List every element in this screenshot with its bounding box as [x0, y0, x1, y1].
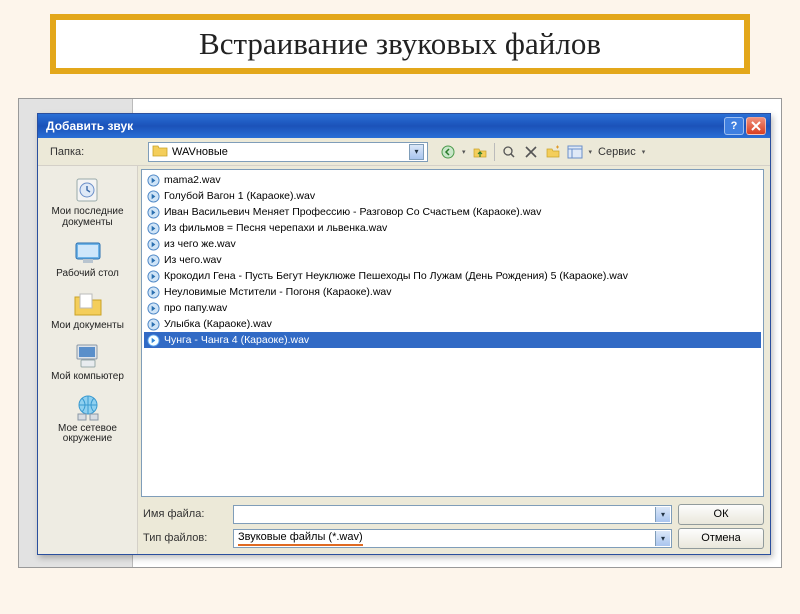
file-item-name: Неуловимые Мстители - Погоня (Караоке).w…: [164, 286, 392, 298]
file-item[interactable]: Крокодил Гена - Пусть Бегут Неуклюже Пеш…: [144, 268, 761, 284]
file-list[interactable]: mama2.wav Голубой Вагон 1 (Караоке).wav Ив…: [141, 169, 764, 497]
close-button[interactable]: [746, 117, 766, 135]
places-item-label: Мой компьютер: [47, 372, 129, 383]
up-one-level-button[interactable]: [470, 142, 490, 162]
tools-menu[interactable]: Сервис: [596, 146, 638, 158]
places-item-mycomp[interactable]: Мой компьютер: [44, 335, 132, 386]
file-item[interactable]: из чего же.wav: [144, 236, 761, 252]
views-menu-icon[interactable]: ▾: [587, 148, 595, 156]
file-item[interactable]: Иван Васильевич Меняет Профессию - Разго…: [144, 204, 761, 220]
network-icon: [70, 391, 106, 423]
dialog-body: Мои последние документы Рабочий стол Мои д…: [38, 166, 770, 554]
filename-dd-icon[interactable]: ▾: [655, 507, 670, 522]
slide-title-frame: Встраивание звуковых файлов: [50, 14, 750, 74]
slide-body-frame: Добавить звук ? Папка: WAVновые ▾ ▾: [18, 98, 782, 568]
file-item-name: Крокодил Гена - Пусть Бегут Неуклюже Пеш…: [164, 270, 628, 282]
file-item[interactable]: Из чего.wav: [144, 252, 761, 268]
places-item-label: Мои последние документы: [47, 207, 129, 228]
window-title: Добавить звук: [46, 119, 133, 133]
cancel-button[interactable]: Отмена: [678, 528, 764, 549]
file-item[interactable]: про папу.wav: [144, 300, 761, 316]
filetype-value: Звуковые файлы (*.wav): [238, 531, 363, 546]
file-item-name: Из чего.wav: [164, 254, 222, 266]
places-item-label: Мои документы: [47, 321, 129, 332]
wav-file-icon: [146, 205, 160, 219]
file-pane: mama2.wav Голубой Вагон 1 (Караоке).wav Ив…: [138, 166, 770, 554]
back-button[interactable]: [438, 142, 458, 162]
file-item[interactable]: Из фильмов = Песня черепахи и львенка.wa…: [144, 220, 761, 236]
new-folder-button[interactable]: [543, 142, 563, 162]
file-item[interactable]: Неуловимые Мстители - Погоня (Караоке).w…: [144, 284, 761, 300]
filename-input[interactable]: ▾: [233, 505, 672, 524]
folder-combo[interactable]: WAVновые ▾: [148, 142, 428, 162]
recent-icon: [70, 174, 106, 206]
close-icon: [751, 121, 761, 131]
views-button[interactable]: [565, 142, 585, 162]
file-item[interactable]: mama2.wav: [144, 172, 761, 188]
chevron-down-icon[interactable]: ▾: [409, 144, 424, 160]
wav-file-icon: [146, 173, 160, 187]
help-button[interactable]: ?: [724, 117, 744, 135]
wav-file-icon: [146, 333, 160, 347]
file-item[interactable]: Улыбка (Караоке).wav: [144, 316, 761, 332]
wav-file-icon: [146, 269, 160, 283]
folder-icon: [152, 143, 168, 160]
titlebar[interactable]: Добавить звук ?: [38, 114, 770, 138]
folder-label: Папка:: [44, 146, 144, 158]
wav-file-icon: [146, 221, 160, 235]
mycomp-icon: [70, 339, 106, 371]
slide-title: Встраивание звуковых файлов: [199, 26, 601, 61]
wav-file-icon: [146, 301, 160, 315]
file-item-name: Чунга - Чанга 4 (Караоке).wav: [164, 334, 309, 346]
places-item-label: Рабочий стол: [47, 269, 129, 280]
wav-file-icon: [146, 253, 160, 267]
places-bar: Мои последние документы Рабочий стол Мои д…: [38, 166, 138, 554]
filetype-dd-icon[interactable]: ▾: [655, 531, 670, 546]
wav-file-icon: [146, 189, 160, 203]
desktop-icon: [70, 236, 106, 268]
search-button[interactable]: [499, 142, 519, 162]
places-item-mydocs[interactable]: Мои документы: [44, 284, 132, 335]
file-item-name: Голубой Вагон 1 (Караоке).wav: [164, 190, 315, 202]
places-item-desktop[interactable]: Рабочий стол: [44, 232, 132, 283]
folder-combo-text: WAVновые: [172, 146, 228, 158]
places-item-network[interactable]: Мое сетевое окружение: [44, 387, 132, 448]
back-menu-icon[interactable]: ▾: [460, 148, 468, 156]
filetype-combo[interactable]: Звуковые файлы (*.wav) ▾: [233, 529, 672, 548]
file-item[interactable]: Чунга - Чанга 4 (Караоке).wav: [144, 332, 761, 348]
file-item-name: mama2.wav: [164, 174, 221, 186]
mydocs-icon: [70, 288, 106, 320]
filetype-label: Тип файлов:: [141, 532, 227, 544]
file-item-name: Улыбка (Караоке).wav: [164, 318, 272, 330]
places-item-label: Мое сетевое окружение: [47, 424, 129, 445]
filename-label: Имя файла:: [141, 508, 227, 520]
file-item-name: Иван Васильевич Меняет Профессию - Разго…: [164, 206, 541, 218]
file-item[interactable]: Голубой Вагон 1 (Караоке).wav: [144, 188, 761, 204]
places-item-recent[interactable]: Мои последние документы: [44, 170, 132, 231]
file-open-dialog: Добавить звук ? Папка: WAVновые ▾ ▾: [37, 113, 771, 555]
delete-button[interactable]: [521, 142, 541, 162]
bottom-rows: Имя файла: ▾ ОК Тип файлов: Звуковые фай…: [138, 500, 770, 554]
tools-menu-icon[interactable]: ▾: [640, 148, 648, 156]
file-item-name: из чего же.wav: [164, 238, 236, 250]
wav-file-icon: [146, 285, 160, 299]
folder-toolbar: Папка: WAVновые ▾ ▾ ▾ Сервис ▾: [38, 138, 770, 166]
file-item-name: Из фильмов = Песня черепахи и львенка.wa…: [164, 222, 387, 234]
file-item-name: про папу.wav: [164, 302, 227, 314]
toolbar-icons: ▾ ▾ Сервис ▾: [438, 142, 647, 162]
ok-button[interactable]: ОК: [678, 504, 764, 525]
wav-file-icon: [146, 317, 160, 331]
wav-file-icon: [146, 237, 160, 251]
